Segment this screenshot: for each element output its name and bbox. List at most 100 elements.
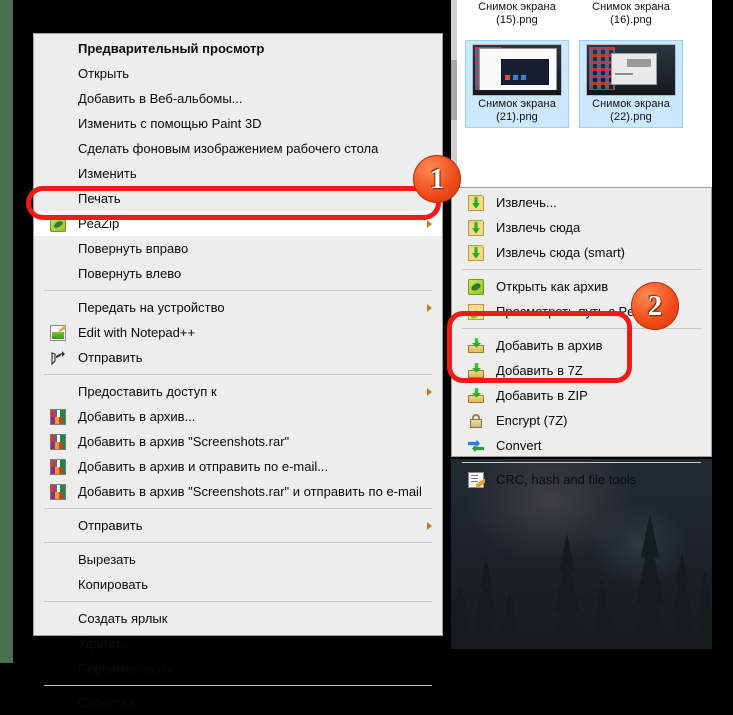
file-context-menu: Предварительный просмотр Открыть Добавить …	[33, 33, 443, 710]
menu-item[interactable]: Изменить с помощью Paint 3D	[34, 111, 442, 136]
file-name-line1: Снимок экрана	[592, 98, 670, 110]
menu-item[interactable]: Отправить	[34, 513, 442, 538]
file-name-line2: (22).png	[610, 111, 652, 123]
winrar-icon	[50, 408, 66, 425]
menu-item[interactable]: Передать на устройство	[34, 295, 442, 320]
file-thumbnail	[472, 44, 562, 96]
menu-item[interactable]: Добавить в архив	[452, 333, 711, 358]
menu-item-label: Открыть	[78, 66, 130, 81]
add-archive-icon	[468, 362, 484, 379]
winrar-icon	[50, 433, 66, 450]
menu-item-label: Копировать	[78, 577, 148, 592]
menu-separator	[44, 685, 432, 686]
chevron-right-icon	[427, 521, 432, 530]
menu-item[interactable]: Вырезать	[34, 547, 442, 572]
menu-item[interactable]: Добавить в архив и отправить по e-mail..…	[34, 454, 442, 479]
menu-separator	[462, 328, 701, 329]
menu-item[interactable]: Добавить в 7Z	[452, 358, 711, 383]
menu-item-label: Добавить в 7Z	[496, 363, 583, 378]
menu-item-label: Предоставить доступ к	[78, 384, 217, 399]
menu-item[interactable]: Повернуть влево	[34, 261, 442, 286]
menu-item[interactable]: Печать	[34, 186, 442, 211]
menu-item[interactable]: Открыть	[34, 61, 442, 86]
desktop-background-strip	[0, 0, 13, 663]
menu-item[interactable]: Добавить в архив "Screenshots.rar"	[34, 429, 442, 454]
menu-item[interactable]: Добавить в ZIP	[452, 383, 711, 408]
menu-item[interactable]: Предварительный просмотр	[34, 36, 442, 61]
share-icon	[50, 350, 66, 366]
menu-item-label: Отправить	[78, 518, 143, 533]
menu-item[interactable]: Convert	[452, 433, 711, 458]
menu-item-label: Свойства	[78, 695, 136, 710]
annotation-badge-1: 1	[413, 155, 461, 203]
menu-item[interactable]: Извлечь сюда (smart)	[452, 240, 711, 265]
menu-item[interactable]: Свойства	[34, 690, 442, 715]
browse-path-icon	[468, 303, 484, 320]
menu-item-label: Открыть как архив	[496, 279, 609, 294]
menu-separator	[44, 374, 432, 375]
menu-item-label: Добавить в Веб-альбомы...	[78, 91, 243, 106]
notepadpp-icon	[50, 324, 66, 341]
menu-item-label: Извлечь сюда (smart)	[496, 245, 626, 260]
menu-item[interactable]: Edit with Notepad++	[34, 320, 442, 345]
file-thumbnail	[586, 44, 676, 96]
convert-icon	[468, 438, 484, 454]
menu-item[interactable]: Encrypt (7Z)	[452, 408, 711, 433]
menu-item[interactable]: Извлечь сюда	[452, 215, 711, 240]
winrar-icon	[50, 458, 66, 475]
menu-item-label: Повернуть вправо	[78, 241, 189, 256]
file-name-line2: (21).png	[496, 111, 538, 123]
menu-item[interactable]: CRC, hash and file tools	[452, 467, 711, 492]
menu-item-label: Добавить в архив "Screenshots.rar"	[78, 434, 290, 449]
crc-tools-icon	[468, 471, 484, 488]
menu-item-label: Convert	[496, 438, 542, 453]
menu-item[interactable]: Создать ярлык	[34, 606, 442, 631]
menu-item-label: Передать на устройство	[78, 300, 225, 315]
file-name-line1: Снимок экрана	[478, 1, 556, 13]
menu-item[interactable]: Повернуть вправо	[34, 236, 442, 261]
menu-item-label: Изменить с помощью Paint 3D	[78, 116, 262, 131]
window-frame-edge	[712, 0, 720, 663]
menu-item[interactable]: Сделать фоновым изображением рабочего ст…	[34, 136, 442, 161]
menu-item-label: Сделать фоновым изображением рабочего ст…	[78, 141, 379, 156]
menu-item[interactable]: Отправить	[34, 345, 442, 370]
lock-icon	[468, 413, 484, 429]
menu-item[interactable]: Добавить в архив "Screenshots.rar" и отп…	[34, 479, 442, 504]
peazip-icon	[50, 215, 66, 232]
menu-item-label: Удалить	[78, 636, 128, 651]
menu-item[interactable]: Предоставить доступ к	[34, 379, 442, 404]
menu-item-label: Создать ярлык	[78, 611, 168, 626]
file-tile[interactable]: Снимок экрана (22).png	[579, 40, 683, 128]
menu-item-label: Вырезать	[78, 552, 136, 567]
menu-item[interactable]: Изменить	[34, 161, 442, 186]
menu-separator	[44, 290, 432, 291]
file-tile[interactable]: Снимок экрана (21).png	[465, 40, 569, 128]
menu-item-label: Добавить в архив	[496, 338, 603, 353]
extract-icon	[468, 244, 484, 261]
file-name-line1: Снимок экрана	[478, 98, 556, 110]
menu-item[interactable]: Извлечь...	[452, 190, 711, 215]
menu-item[interactable]: PeaZip	[34, 211, 442, 236]
annotation-badge-2: 2	[631, 282, 679, 330]
winrar-icon	[50, 483, 66, 500]
add-archive-icon	[468, 387, 484, 404]
menu-item-label: Отправить	[78, 350, 143, 365]
menu-item-label: Переименовать	[78, 661, 174, 676]
archive-open-icon	[468, 278, 484, 295]
menu-item-label: Изменить	[78, 166, 137, 181]
menu-item[interactable]: Добавить в Веб-альбомы...	[34, 86, 442, 111]
menu-item[interactable]: Копировать	[34, 572, 442, 597]
menu-item[interactable]: Переименовать	[34, 656, 442, 681]
menu-item[interactable]: Удалить	[34, 631, 442, 656]
menu-item-label: CRC, hash and file tools	[496, 472, 637, 487]
extract-icon	[468, 219, 484, 236]
menu-item-label: Повернуть влево	[78, 266, 182, 281]
menu-item-label: Edit with Notepad++	[78, 325, 196, 340]
menu-separator	[44, 542, 432, 543]
explorer-files-pane: Снимок экрана (15).png Снимок экрана (16).p…	[457, 0, 712, 188]
file-tile[interactable]: Снимок экрана (16).png	[579, 0, 683, 32]
file-tile[interactable]: Снимок экрана (15).png	[465, 0, 569, 32]
menu-item[interactable]: Добавить в архив...	[34, 404, 442, 429]
chevron-right-icon	[427, 387, 432, 396]
chevron-right-icon	[427, 219, 432, 228]
